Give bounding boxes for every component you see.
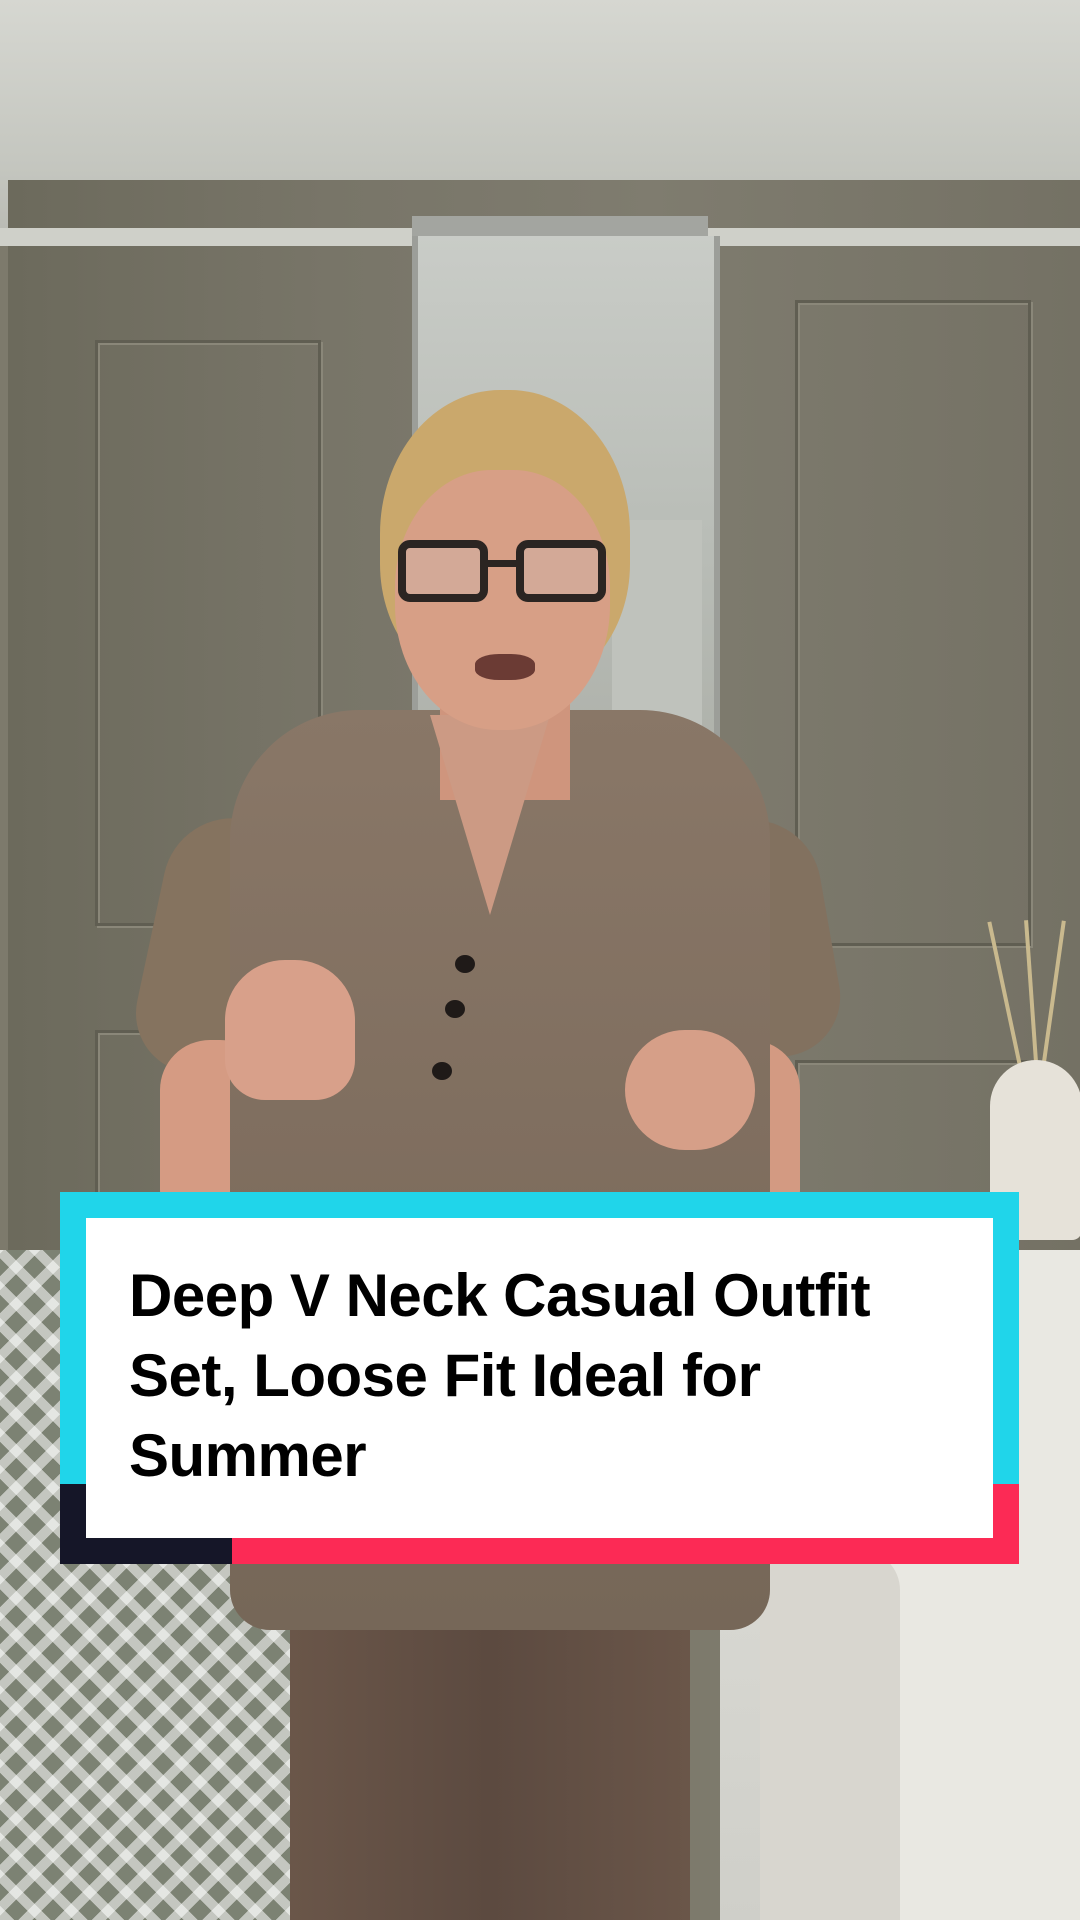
glasses-bridge — [484, 560, 520, 567]
caption-line: Summer — [129, 1422, 367, 1489]
glasses-lens-right — [516, 540, 606, 602]
blouse-button — [432, 1062, 452, 1080]
caption-line: Deep V Neck Casual Outfit — [129, 1262, 871, 1329]
blouse-button — [455, 955, 475, 973]
door-panel-right-upper — [795, 300, 1031, 946]
chair — [760, 1550, 900, 1920]
person-mouth — [475, 654, 535, 680]
person-glasses — [398, 540, 608, 604]
glasses-lens-left — [398, 540, 488, 602]
person-left-hand — [225, 960, 355, 1100]
video-frame[interactable]: Deep V Neck Casual Outfit Set, Loose Fit… — [0, 0, 1080, 1920]
caption-text: Deep V Neck Casual Outfit Set, Loose Fit… — [129, 1256, 959, 1496]
mirror-rail — [412, 216, 708, 238]
blouse-button — [445, 1000, 465, 1018]
caption-line: Set, Loose Fit Ideal for — [129, 1342, 761, 1409]
person-right-hand — [625, 1030, 755, 1150]
person-v-neckline — [430, 715, 550, 915]
